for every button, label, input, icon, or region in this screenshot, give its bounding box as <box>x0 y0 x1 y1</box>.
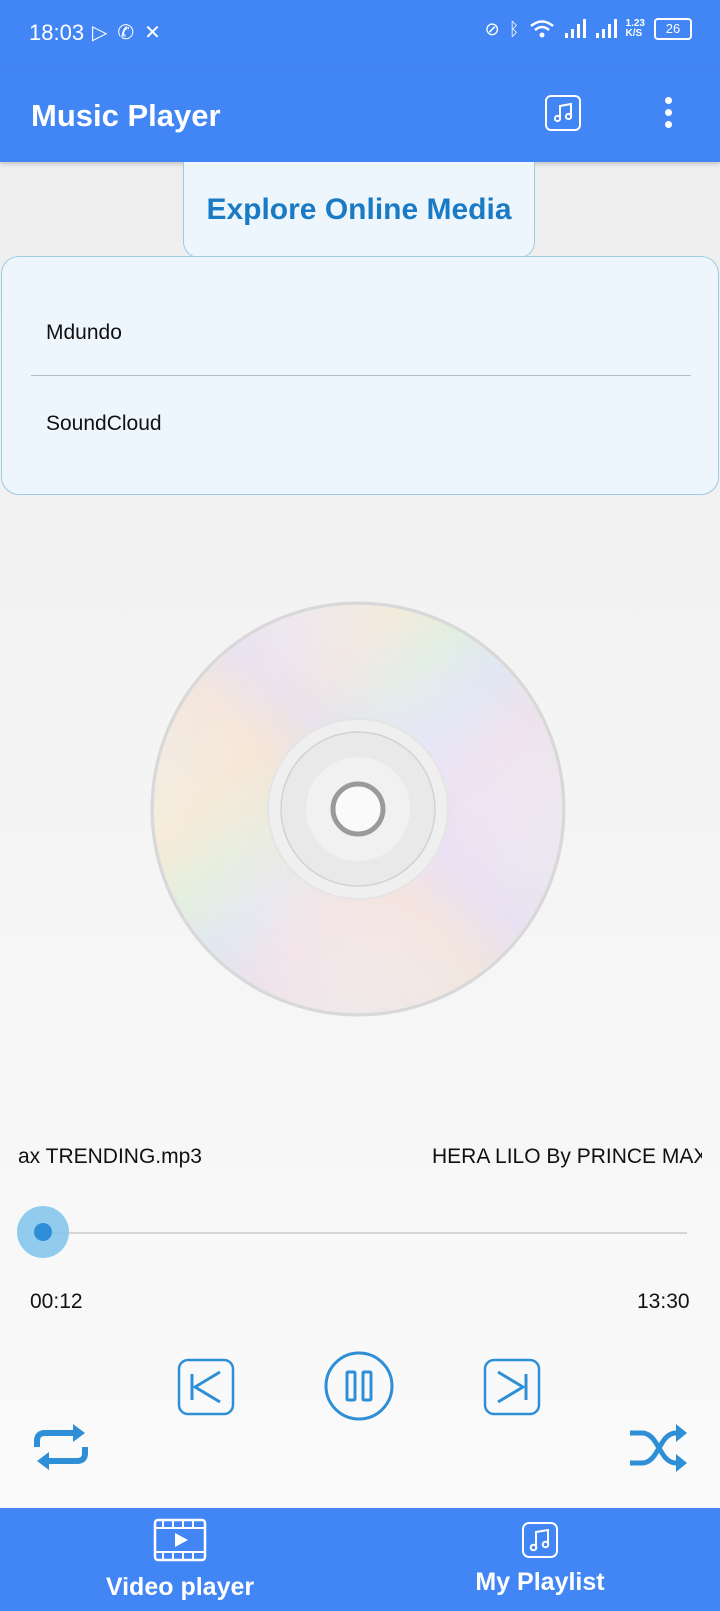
signal-icon <box>564 19 586 38</box>
seek-track[interactable] <box>42 1232 687 1234</box>
track-title-marquee-next: HERA LILO By PRINCE MAX <box>432 1145 702 1168</box>
explore-title: Explore Online Media <box>206 192 512 226</box>
next-button[interactable] <box>483 1358 541 1416</box>
shuffle-button[interactable] <box>628 1423 688 1473</box>
battery-icon: 26 <box>654 18 692 40</box>
signal-icon-2 <box>595 19 617 38</box>
playlist-music-icon <box>522 1522 558 1558</box>
net-speed: 1.23 K/S <box>625 18 645 39</box>
seek-thumb[interactable] <box>34 1223 52 1241</box>
wifi-icon <box>529 20 554 38</box>
nav-my-playlist[interactable]: My Playlist <box>460 1521 620 1597</box>
play-store-icon: ▷ <box>92 22 108 44</box>
repeat-button[interactable] <box>31 1421 91 1473</box>
music-note-icon <box>553 102 573 123</box>
notification-icons: ▷ ✆ ✕ <box>92 20 161 45</box>
bottom-navigation: Video player My Playlist <box>0 1508 720 1611</box>
bluetooth-icon: ᛒ <box>508 18 520 39</box>
status-time: 18:03 <box>29 20 85 45</box>
sync-icon: ⊘ <box>484 18 500 39</box>
explore-online-media-tab[interactable]: Explore Online Media <box>183 162 535 258</box>
total-time: 13:30 <box>637 1290 690 1313</box>
app-title: Music Player <box>31 98 221 133</box>
cd-disc-artwork <box>150 601 566 1017</box>
nav-my-playlist-label: My Playlist <box>475 1568 605 1596</box>
media-item-mdundo[interactable]: Mdundo <box>46 321 122 345</box>
music-note-button[interactable] <box>545 95 581 131</box>
previous-button[interactable] <box>177 1358 235 1416</box>
nav-video-player-label: Video player <box>105 1573 255 1601</box>
current-time: 00:12 <box>30 1290 83 1313</box>
video-icon <box>153 1518 207 1562</box>
app-bar: Music Player <box>0 68 720 162</box>
media-item-soundcloud[interactable]: SoundCloud <box>46 412 162 436</box>
capcut-icon: ✕ <box>144 22 161 44</box>
divider <box>31 375 691 376</box>
nav-video-player[interactable]: Video player <box>92 1518 268 1602</box>
status-indicators: ⊘ ᛒ 1.23 K/S 26 <box>485 18 692 40</box>
online-media-list: Mdundo SoundCloud <box>1 256 719 495</box>
status-bar: 18:03 ▷ ✆ ✕ ⊘ ᛒ 1.23 K/S 26 <box>0 0 720 68</box>
track-title-marquee: ax TRENDING.mp3 <box>18 1145 202 1168</box>
more-options-button[interactable] <box>656 94 680 134</box>
pause-button[interactable] <box>323 1350 395 1422</box>
more-vert-icon <box>664 97 672 104</box>
whatsapp-icon: ✆ <box>117 22 135 44</box>
